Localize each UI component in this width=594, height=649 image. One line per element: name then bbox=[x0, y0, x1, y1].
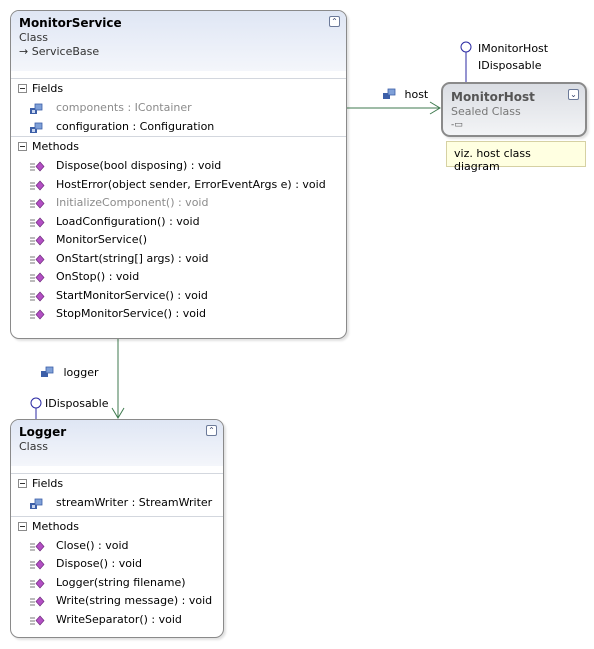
field-row[interactable]: configuration : Configuration bbox=[11, 118, 346, 137]
logger-fields-header[interactable]: Fields bbox=[11, 473, 223, 494]
method-icon bbox=[30, 253, 45, 265]
collapse-minus-icon[interactable] bbox=[18, 142, 27, 151]
method-row[interactable]: StopMonitorService() : void bbox=[11, 305, 346, 324]
method-row[interactable]: MonitorService() bbox=[11, 231, 346, 250]
logger-interface-lollipop[interactable] bbox=[30, 397, 42, 409]
logger-association-label[interactable]: logger bbox=[40, 365, 99, 379]
method-icon bbox=[30, 272, 45, 283]
method-row[interactable]: Dispose() : void bbox=[11, 555, 223, 574]
method-icon bbox=[30, 235, 45, 246]
method-icon bbox=[30, 290, 45, 302]
monitorhost-kind: Sealed Class bbox=[451, 105, 521, 118]
member-text: InitializeComponent() : void bbox=[56, 196, 209, 209]
method-row[interactable]: Close() : void bbox=[11, 537, 223, 556]
logger-title: Logger bbox=[19, 425, 67, 439]
member-text: WriteSeparator() : void bbox=[56, 612, 182, 626]
method-row[interactable]: InitializeComponent() : void bbox=[11, 194, 346, 213]
logger-methods-list: Close() : void Dispose() : void Logger(str… bbox=[11, 537, 223, 630]
monitorservice-kind: Class bbox=[19, 31, 48, 44]
logger-header[interactable]: Logger Class ⌃ bbox=[11, 420, 223, 466]
member-text: streamWriter : StreamWriter bbox=[56, 496, 213, 509]
member-text: MonitorService() bbox=[56, 233, 148, 246]
field-icon bbox=[30, 103, 43, 114]
member-text: HostError(object sender, ErrorEventArgs … bbox=[56, 177, 326, 191]
field-row[interactable]: components : IContainer bbox=[11, 99, 346, 118]
monitorservice-base-class: → ServiceBase bbox=[19, 45, 338, 59]
collapse-minus-icon[interactable] bbox=[18, 84, 27, 93]
member-text: StopMonitorService() : void bbox=[56, 307, 207, 320]
method-row[interactable]: Logger(string filename) bbox=[11, 574, 223, 593]
field-row[interactable]: streamWriter : StreamWriter bbox=[11, 494, 223, 513]
member-text: OnStop() : void bbox=[56, 270, 140, 283]
monitorhost-interface-list: IMonitorHost IDisposable bbox=[478, 40, 548, 74]
method-icon bbox=[30, 161, 45, 172]
monitorservice-class-shape[interactable]: MonitorService Class → ServiceBase ⌃ Fie… bbox=[10, 10, 347, 339]
method-row[interactable]: OnStop() : void bbox=[11, 268, 346, 287]
member-text: Logger(string filename) bbox=[56, 575, 186, 589]
method-icon bbox=[30, 596, 45, 607]
member-text: Write(string message) : void bbox=[56, 594, 213, 607]
host-association-name: host bbox=[404, 88, 429, 101]
collapse-chevron-icon[interactable]: ⌃ bbox=[329, 16, 340, 27]
section-label: Methods bbox=[32, 519, 79, 533]
method-row[interactable]: LoadConfiguration() : void bbox=[11, 213, 346, 232]
method-row[interactable]: HostError(object sender, ErrorEventArgs … bbox=[11, 176, 346, 195]
logger-class-shape[interactable]: Logger Class ⌃ Fields streamWriter : Str… bbox=[10, 419, 224, 638]
section-label: Methods bbox=[32, 140, 79, 153]
shortcut-icon: -▭ bbox=[451, 120, 463, 130]
member-text: OnStart(string[] args) : void bbox=[56, 251, 209, 265]
member-text: configuration : Configuration bbox=[56, 119, 215, 133]
method-icon bbox=[30, 198, 45, 209]
method-row[interactable]: StartMonitorService() : void bbox=[11, 287, 346, 306]
method-icon bbox=[30, 216, 45, 228]
interface-label: IDisposable bbox=[478, 59, 542, 72]
logger-kind: Class bbox=[19, 440, 48, 453]
member-text: StartMonitorService() : void bbox=[56, 288, 208, 302]
field-icon bbox=[30, 122, 43, 133]
method-icon bbox=[30, 559, 45, 570]
section-label: Fields bbox=[32, 477, 64, 490]
collapse-chevron-icon[interactable]: ⌃ bbox=[206, 425, 217, 436]
base-class-name: ServiceBase bbox=[31, 45, 100, 58]
collapse-minus-icon[interactable] bbox=[18, 479, 27, 488]
method-row[interactable]: WriteSeparator() : void bbox=[11, 611, 223, 630]
monitorhost-title: MonitorHost bbox=[451, 90, 535, 104]
method-icon bbox=[30, 540, 45, 552]
monitorservice-fields-list: components : IContainer configuration : C… bbox=[11, 99, 346, 136]
field-icon bbox=[41, 366, 54, 377]
method-row[interactable]: OnStart(string[] args) : void bbox=[11, 250, 346, 269]
method-icon bbox=[30, 179, 45, 191]
inheritance-arrow-icon: → bbox=[19, 45, 29, 58]
collapse-minus-icon[interactable] bbox=[18, 521, 27, 531]
monitorservice-header[interactable]: MonitorService Class → ServiceBase ⌃ bbox=[11, 11, 346, 71]
monitorhost-class-shape[interactable]: MonitorHost Sealed Class -▭ ⌄ bbox=[441, 82, 587, 137]
member-text: Dispose(bool disposing) : void bbox=[56, 159, 222, 172]
monitorservice-methods-header[interactable]: Methods bbox=[11, 136, 346, 157]
method-row[interactable]: Write(string message) : void bbox=[11, 592, 223, 611]
logger-methods-header[interactable]: Methods bbox=[11, 515, 223, 537]
comment-note[interactable]: viz. host class diagram bbox=[446, 141, 586, 173]
host-association-label[interactable]: host bbox=[382, 87, 428, 101]
method-row[interactable]: Dispose(bool disposing) : void bbox=[11, 157, 346, 176]
field-icon bbox=[30, 498, 43, 509]
method-icon bbox=[30, 614, 45, 626]
monitorhost-interface-lollipop[interactable] bbox=[460, 41, 472, 53]
logger-association-name: logger bbox=[63, 366, 99, 379]
section-label: Fields bbox=[32, 82, 64, 95]
expand-chevron-icon[interactable]: ⌄ bbox=[568, 89, 579, 100]
member-text: Dispose() : void bbox=[56, 557, 143, 570]
method-icon bbox=[30, 577, 45, 589]
monitorservice-fields-header[interactable]: Fields bbox=[11, 78, 346, 99]
monitorservice-title: MonitorService bbox=[19, 16, 122, 30]
method-icon bbox=[30, 309, 45, 320]
member-text: LoadConfiguration() : void bbox=[56, 214, 200, 228]
field-icon bbox=[383, 88, 396, 99]
logger-fields-list: streamWriter : StreamWriter bbox=[11, 494, 223, 513]
interface-label: IMonitorHost bbox=[478, 42, 549, 55]
interface-label: IDisposable bbox=[45, 397, 109, 410]
monitorservice-methods-list: Dispose(bool disposing) : void HostError(… bbox=[11, 157, 346, 324]
member-text: Close() : void bbox=[56, 538, 129, 552]
member-text: components : IContainer bbox=[56, 101, 192, 114]
logger-interface-list: IDisposable bbox=[45, 395, 109, 412]
